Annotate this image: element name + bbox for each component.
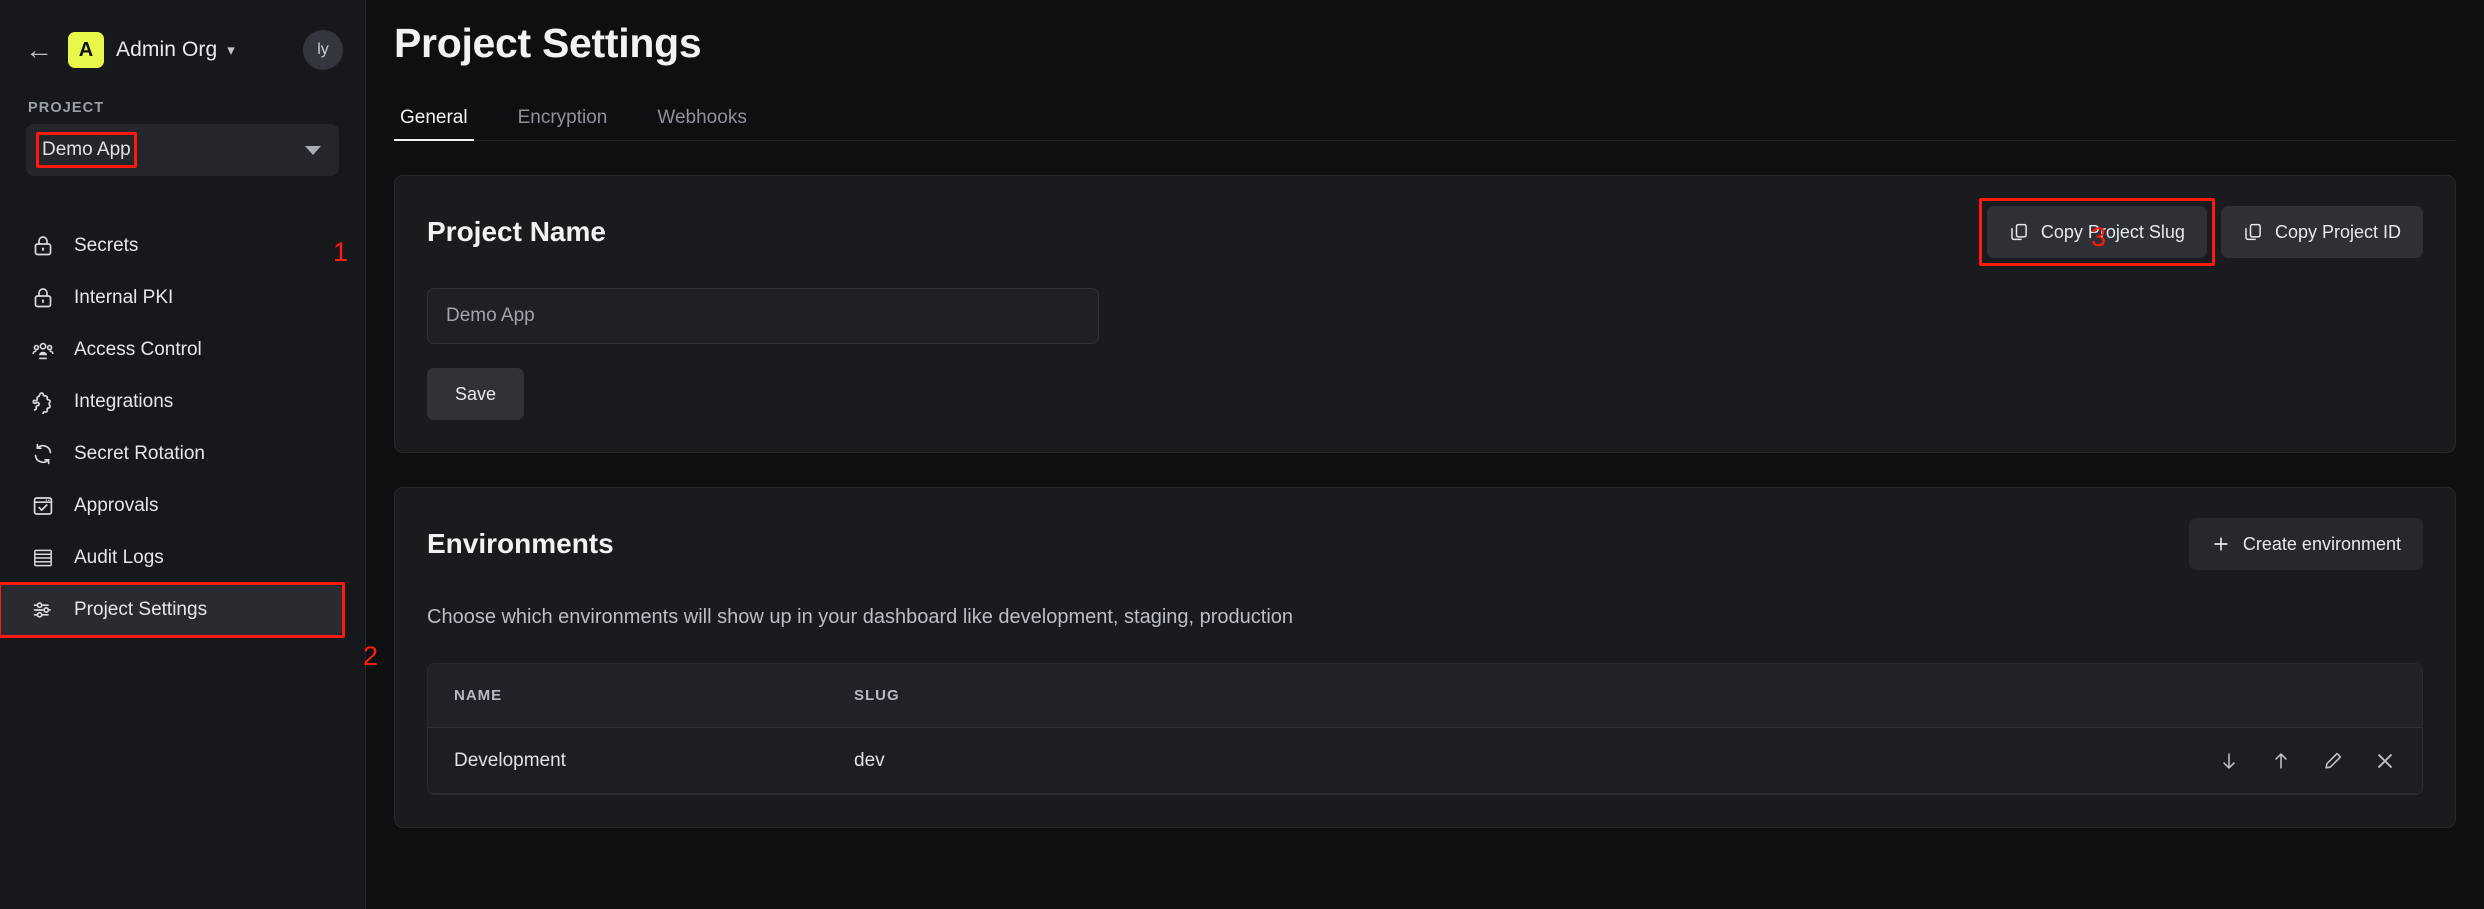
copy-project-slug-label: Copy Project Slug — [2040, 221, 2185, 242]
create-environment-button[interactable]: Create environment — [2188, 518, 2423, 570]
project-name-input[interactable] — [427, 288, 1099, 344]
org-name-label[interactable]: Admin Org — [116, 38, 217, 62]
sidebar-item-label: Secret Rotation — [74, 443, 205, 464]
plus-icon — [2211, 534, 2231, 554]
tab-encryption[interactable]: Encryption — [512, 107, 614, 140]
approval-check-icon — [30, 493, 56, 519]
sidebar-item-label: Integrations — [74, 391, 174, 412]
delete-close-icon[interactable] — [2374, 750, 2396, 772]
main-content: Project Settings General Encryption Webh… — [366, 0, 2484, 909]
sidebar-nav: Secrets Internal PKI Access Control Inte… — [0, 220, 365, 636]
environments-description: Choose which environments will show up i… — [427, 606, 1294, 628]
project-name-card: Project Name Copy Project Slug Copy Proj… — [394, 175, 2456, 453]
sidebar-item-secret-rotation[interactable]: Secret Rotation — [0, 428, 343, 480]
move-down-icon[interactable] — [2218, 750, 2240, 772]
tab-general[interactable]: General — [394, 107, 474, 141]
environments-table-header: NAME SLUG — [428, 664, 2422, 728]
refresh-icon — [30, 441, 56, 467]
sidebar-item-integrations[interactable]: Integrations — [0, 376, 343, 428]
app-root: ← A Admin Org ▾ ly PROJECT Demo App Secr… — [0, 0, 2484, 909]
chevron-down-icon[interactable]: ▾ — [227, 41, 235, 59]
sliders-icon — [30, 597, 56, 623]
column-header-name: NAME — [454, 687, 503, 704]
sidebar-item-label: Access Control — [74, 339, 202, 360]
environment-slug: dev — [854, 749, 885, 771]
project-selector[interactable]: Demo App — [26, 124, 339, 176]
org-avatar-badge: A — [68, 32, 104, 68]
sidebar-item-label: Internal PKI — [74, 287, 174, 308]
project-name-card-header: Project Name Copy Project Slug Copy Proj… — [427, 206, 2423, 258]
edit-pencil-icon[interactable] — [2322, 750, 2344, 772]
arrow-left-icon[interactable]: ← — [25, 36, 53, 64]
project-section-label: PROJECT — [28, 100, 105, 116]
move-up-icon[interactable] — [2270, 750, 2292, 772]
create-environment-label: Create environment — [2242, 533, 2401, 554]
org-bar: ← A Admin Org ▾ ly — [0, 0, 365, 78]
copy-icon — [2243, 222, 2263, 242]
puzzle-icon — [30, 389, 56, 415]
lock-icon — [30, 285, 56, 311]
environment-name: Development — [454, 749, 566, 771]
copy-project-id-button[interactable]: Copy Project ID — [2220, 206, 2423, 258]
project-selector-value: Demo App — [42, 139, 131, 160]
tab-webhooks[interactable]: Webhooks — [651, 107, 752, 140]
sidebar: ← A Admin Org ▾ ly PROJECT Demo App Secr… — [0, 0, 366, 909]
copy-project-slug-button[interactable]: Copy Project Slug — [1986, 206, 2207, 258]
save-button[interactable]: Save — [427, 368, 525, 420]
environment-row-actions — [2218, 750, 2396, 772]
avatar[interactable]: ly — [303, 30, 343, 70]
copy-icon — [2009, 222, 2029, 242]
chevron-down-icon — [305, 145, 321, 155]
column-header-slug: SLUG — [854, 687, 900, 704]
project-name-actions: Copy Project Slug Copy Project ID — [1986, 206, 2423, 258]
sidebar-item-approvals[interactable]: Approvals — [0, 480, 343, 532]
sidebar-item-project-settings[interactable]: Project Settings — [0, 584, 343, 636]
sidebar-item-access-control[interactable]: Access Control — [0, 324, 343, 376]
environments-card: Environments Create environment Choose w… — [394, 487, 2456, 828]
environments-card-header: Environments Create environment — [427, 518, 2423, 570]
list-rows-icon — [30, 545, 56, 571]
environments-table: NAME SLUG Development dev — [427, 663, 2423, 795]
sidebar-item-internal-pki[interactable]: Internal PKI — [0, 272, 343, 324]
lock-icon — [30, 233, 56, 259]
page-title: Project Settings — [394, 20, 702, 66]
sidebar-item-label: Approvals — [74, 495, 159, 516]
sidebar-item-label: Secrets — [74, 235, 139, 256]
environments-title: Environments — [427, 528, 614, 559]
sidebar-item-audit-logs[interactable]: Audit Logs — [0, 532, 343, 584]
settings-tabs: General Encryption Webhooks — [394, 97, 2456, 141]
sidebar-item-label: Project Settings — [74, 599, 208, 620]
table-row[interactable]: Development dev — [428, 728, 2422, 794]
project-name-title: Project Name — [427, 216, 606, 247]
sidebar-item-label: Audit Logs — [74, 547, 164, 568]
users-icon — [30, 337, 56, 363]
copy-project-id-label: Copy Project ID — [2274, 221, 2401, 242]
sidebar-item-secrets[interactable]: Secrets — [0, 220, 343, 272]
